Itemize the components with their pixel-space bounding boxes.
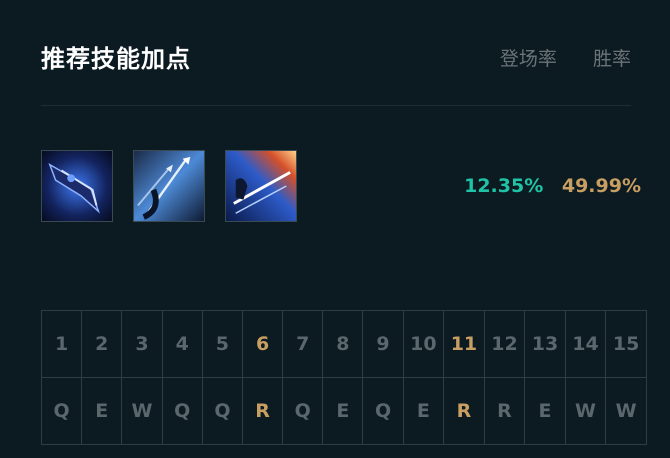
- level-cell: 10: [402, 310, 445, 378]
- skill-cell: E: [402, 377, 445, 445]
- level-cell: 11: [443, 310, 485, 378]
- level-cell: 12: [483, 310, 526, 378]
- level-cell: 15: [605, 310, 647, 378]
- level-cell: 14: [564, 310, 607, 378]
- skill-row: QEWQQRQEQERREWW: [40, 377, 647, 445]
- skill-cell: Q: [201, 377, 244, 445]
- pick-rate-value: 12.35%: [464, 175, 544, 197]
- column-labels: 登场率 胜率: [470, 40, 631, 78]
- pick-rate-label: 登场率: [499, 48, 557, 70]
- skill-e-icon: [225, 150, 297, 222]
- skill-cell: W: [564, 377, 607, 445]
- level-row: 1 2 3 4 5 6 7 8 9 10 11 12 13 14 15: [40, 310, 647, 378]
- skill-order-stats: 12.35% 49.99%: [464, 172, 641, 200]
- level-cell: 8: [322, 310, 364, 378]
- skill-cell: R: [443, 377, 485, 445]
- skill-level-table: 1 2 3 4 5 6 7 8 9 10 11 12 13 14 15 QEWQQRQEQERREWW: [40, 310, 647, 445]
- level-cell: 6: [242, 310, 284, 378]
- win-rate-label: 胜率: [592, 48, 631, 70]
- win-rate-value: 49.99%: [561, 175, 641, 197]
- level-cell: 9: [362, 310, 404, 378]
- level-cell: 4: [161, 310, 203, 378]
- level-cell: 1: [40, 310, 83, 378]
- skill-build-header: 推荐技能加点 登场率 胜率: [41, 40, 631, 78]
- skill-w-icon: [133, 150, 205, 222]
- level-cell: 5: [201, 310, 244, 378]
- skill-cell: Q: [282, 377, 324, 445]
- level-cell: 7: [282, 310, 324, 378]
- skill-order-row[interactable]: 12.35% 49.99%: [41, 150, 641, 224]
- skill-cell: W: [605, 377, 647, 445]
- skill-cell: R: [242, 377, 284, 445]
- level-cell: 13: [524, 310, 566, 378]
- skill-cell: Q: [40, 377, 83, 445]
- skill-cell: Q: [161, 377, 203, 445]
- level-cell: 3: [121, 310, 163, 378]
- level-cell: 2: [81, 310, 123, 378]
- divider: [41, 105, 631, 106]
- skill-cell: E: [524, 377, 566, 445]
- section-title: 推荐技能加点: [41, 45, 191, 73]
- skill-cell: E: [322, 377, 364, 445]
- skill-cell: R: [483, 377, 526, 445]
- skill-cell: W: [121, 377, 163, 445]
- skill-cell: Q: [362, 377, 404, 445]
- skill-cell: E: [81, 377, 123, 445]
- skill-q-icon: [41, 150, 113, 222]
